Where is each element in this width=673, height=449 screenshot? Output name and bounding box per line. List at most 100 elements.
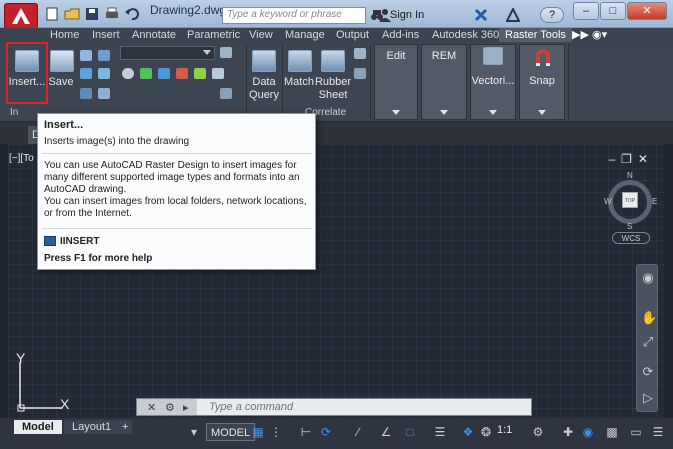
tooltip-body: You can use AutoCAD Raster Design to ins… [44,160,312,220]
minimize-button[interactable]: – [573,2,599,20]
grid-display-icon[interactable]: ▦ [250,424,266,440]
tab-manage[interactable]: Manage [279,28,331,42]
tab-add-ins[interactable]: Add-ins [376,28,425,42]
image-world-icon[interactable] [98,68,110,79]
open-folder-icon[interactable] [64,6,80,22]
viewport-controls-label[interactable]: [−][To [9,153,34,164]
customize-status-icon[interactable]: ▾ [186,424,202,440]
showmotion-icon[interactable]: ▷ [641,391,655,405]
viewcube-top[interactable]: TOP [622,192,638,208]
insert-button-highlight [6,42,48,104]
layout-tab-model[interactable]: Model [14,420,62,434]
edit-panel[interactable]: Edit [374,44,418,120]
tab-autodesk-360[interactable]: Autodesk 360 [426,28,505,42]
new-file-icon[interactable] [44,6,60,22]
annotation-scale[interactable]: 1:1 [497,424,512,436]
image-transparency-icon[interactable] [220,88,232,99]
isolate-objects-icon[interactable]: ◉ [580,424,596,440]
window-controls: – □ ✕ [573,2,667,20]
clean-screen-icon[interactable]: ▭ [628,424,644,440]
snap-panel[interactable]: Snap [519,44,565,120]
object-snap-icon[interactable]: □ [402,424,418,440]
autodesk-360-icon[interactable] [506,8,520,22]
image-manager-icon[interactable] [80,50,92,61]
tooltip-subtitle: Inserts image(s) into the drawing [44,136,190,147]
rem-panel[interactable]: REM [421,44,467,120]
rubber-sheet-button-label[interactable]: Rubber Sheet [314,76,352,102]
tooltip-divider [42,153,312,154]
workspace-gear-icon[interactable]: ⚙ [530,424,546,440]
correlate-small-icon-2[interactable] [354,68,366,79]
close-button[interactable]: ✕ [627,2,667,20]
tab-parametric[interactable]: Parametric [181,28,246,42]
image-export-icon[interactable] [80,68,92,79]
undo-icon[interactable] [124,6,140,22]
steering-wheel-icon[interactable]: ◉ [641,271,655,285]
snap-mode-icon[interactable]: ⋮ [268,424,284,440]
navigation-bar: ◉ ✋ ⤢ ⟳ ▷ [636,264,658,412]
image-detach-icon[interactable] [212,68,224,79]
model-space-button[interactable]: MODEL [206,423,256,441]
viewport-window-controls[interactable]: –❐✕ [609,152,655,166]
print-icon[interactable] [104,6,120,22]
command-image-icon [44,236,56,246]
annotation-visibility-icon[interactable]: ❂ [478,424,494,440]
tab-insert[interactable]: Insert [86,28,126,42]
save-button-label[interactable]: Save [48,76,74,88]
tabs-overflow-icon[interactable]: ▶▶ ◉▾ [566,28,613,42]
add-layout-button[interactable]: + [118,420,133,434]
image-frame-icon[interactable] [98,50,110,61]
save-image-icon [50,50,74,72]
status-bar: Model Layout1 + ▾ MODEL ▦ ⋮ ⊢ ⟳ ∕ ∠ □ ☰ … [0,418,673,449]
image-select-icon[interactable] [220,47,232,58]
sign-in-button[interactable]: Sign In [390,9,424,21]
selection-cycling-icon[interactable]: ❖ [460,424,476,440]
exchange-apps-icon[interactable] [474,8,488,22]
edit-panel-label: Edit [386,50,406,62]
tab-view[interactable]: View [243,28,279,42]
tab-annotate[interactable]: Annotate [126,28,182,42]
pan-hand-icon[interactable]: ✋ [641,311,657,325]
orbit-icon[interactable]: ⟳ [641,365,655,379]
command-close-icon[interactable]: ✕ [147,401,156,414]
application-menu-button[interactable] [4,3,38,29]
command-line[interactable]: ✕ ⚙ ▸ Type a command [136,398,532,416]
ribbon-panels: Insert... Save Data Query Match Rubber S… [0,42,673,122]
image-insert-round-icon[interactable] [122,68,134,79]
tab-home[interactable]: Home [44,28,85,42]
image-selection-combo[interactable] [120,46,215,60]
hardware-acceleration-icon[interactable]: ▩ [604,424,620,440]
command-customize-icon[interactable]: ⚙ [165,401,175,414]
isodraft-icon[interactable]: ∕ [350,424,366,440]
layout-tab-layout1[interactable]: Layout1 [64,420,120,434]
match-button-label[interactable]: Match [282,76,316,88]
image-insert-small-icon[interactable] [80,88,92,99]
tooltip-body-paragraph-2: You can insert images from local folders… [44,196,307,219]
annotation-monitor-icon[interactable]: ✚ [560,424,576,440]
zoom-extents-icon[interactable]: ⤢ [641,335,655,349]
save-icon[interactable] [84,6,100,22]
data-query-button-label[interactable]: Data Query [246,76,282,102]
tab-raster-tools[interactable]: Raster Tools [499,28,572,42]
rem-dropdown-icon [440,110,448,115]
object-snap-tracking-icon[interactable]: ∠ [378,424,394,440]
command-recent-icon[interactable]: ▸ [183,401,189,414]
image-tile-icon[interactable] [98,88,110,99]
polar-tracking-icon[interactable]: ⟳ [318,424,334,440]
image-edit-icon[interactable] [176,68,188,79]
image-clip-icon[interactable] [194,68,206,79]
correlate-small-icon-1[interactable] [354,48,366,59]
wcs-menu[interactable]: WCS [612,232,650,244]
maximize-button[interactable]: □ [600,2,626,20]
tooltip-body-paragraph-1: You can use AutoCAD Raster Design to ins… [44,160,300,195]
help-button[interactable]: ? [540,7,564,23]
image-bring-front-icon[interactable] [158,68,170,79]
image-visible-icon[interactable] [140,68,152,79]
status-menu-icon[interactable]: ☰ [650,424,666,440]
ortho-icon[interactable]: ⊢ [298,424,314,440]
vectorize-panel[interactable]: Vectori... [470,44,516,120]
search-input[interactable]: Type a keyword or phrase [222,7,366,24]
lineweight-icon[interactable]: ☰ [432,424,448,440]
command-input[interactable]: Type a command [209,401,293,413]
tab-output[interactable]: Output [330,28,375,42]
